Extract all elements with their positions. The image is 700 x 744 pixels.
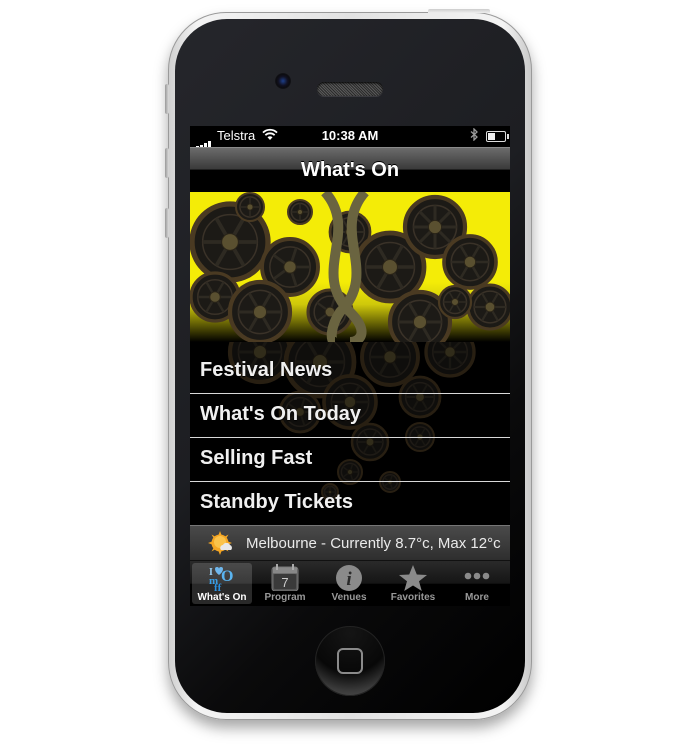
navigation-bar: What's On — [190, 147, 510, 192]
imiff-logo-icon: I m O ff — [192, 564, 252, 594]
mute-switch[interactable] — [165, 84, 169, 114]
tab-label: More — [465, 592, 489, 603]
tab-program[interactable]: 7 Program — [255, 563, 315, 604]
bluetooth-icon — [470, 127, 479, 144]
page-title: What's On — [300, 159, 400, 181]
menu-item-festival-news[interactable]: Festival News — [190, 350, 510, 394]
info-icon: i — [319, 564, 379, 591]
weather-bar[interactable]: Melbourne - Currently 8.7°c, Max 12°c — [190, 525, 510, 561]
status-bar: Telstra 10:38 AM — [190, 126, 510, 149]
screen: Telstra 10:38 AM What's On Festival News… — [190, 126, 510, 606]
calendar-icon: 7 — [255, 564, 315, 592]
home-button[interactable] — [315, 626, 385, 696]
menu-item-label: Selling Fast — [200, 447, 313, 469]
clock: 10:38 AM — [321, 128, 379, 143]
gears-heart-artwork — [190, 192, 510, 342]
gear-shape — [227, 279, 293, 342]
svg-text:i: i — [346, 569, 352, 590]
gear-shape — [442, 234, 498, 290]
volume-down-button[interactable] — [165, 208, 169, 238]
star-icon — [383, 564, 443, 591]
home-button-square-icon — [337, 648, 363, 674]
tab-favorites[interactable]: Favorites — [383, 563, 443, 604]
svg-text:7: 7 — [281, 575, 288, 590]
menu-list: Festival News What's On Today Selling Fa… — [190, 350, 510, 525]
gear-shape — [287, 199, 313, 225]
tab-more[interactable]: More — [447, 563, 507, 604]
menu-item-label: What's On Today — [200, 403, 362, 425]
svg-text:O: O — [221, 568, 233, 585]
weather-text: Melbourne - Currently 8.7°c, Max 12°c — [246, 535, 501, 552]
menu-item-label: Standby Tickets — [200, 491, 354, 513]
battery-icon — [486, 131, 509, 142]
gear-shape — [466, 283, 510, 331]
menu-item-whats-on-today[interactable]: What's On Today — [190, 394, 510, 438]
tab-label: Venues — [331, 592, 367, 603]
volume-up-button[interactable] — [165, 148, 169, 178]
tab-bar: I m O ff What's On 7 Program i Venues Fa… — [190, 561, 510, 606]
battery-level — [488, 133, 496, 140]
tab-label: What's On — [197, 592, 247, 603]
menu-item-label: Festival News — [200, 359, 333, 381]
power-button[interactable] — [428, 9, 490, 13]
tab-label: Favorites — [390, 592, 436, 603]
earpiece-speaker — [317, 82, 383, 96]
more-dots-icon — [447, 564, 507, 591]
svg-text:ff: ff — [214, 582, 222, 591]
tab-whats-on[interactable]: I m O ff What's On — [192, 563, 252, 604]
sun-cloud-icon — [208, 531, 232, 555]
gear-shape — [437, 284, 473, 320]
menu-item-selling-fast[interactable]: Selling Fast — [190, 438, 510, 482]
tab-label: Program — [264, 592, 306, 603]
gear-shape — [235, 192, 265, 222]
tab-venues[interactable]: i Venues — [319, 563, 379, 604]
front-camera — [275, 73, 291, 89]
menu-item-standby-tickets[interactable]: Standby Tickets — [190, 482, 510, 525]
hero-banner — [190, 192, 510, 342]
